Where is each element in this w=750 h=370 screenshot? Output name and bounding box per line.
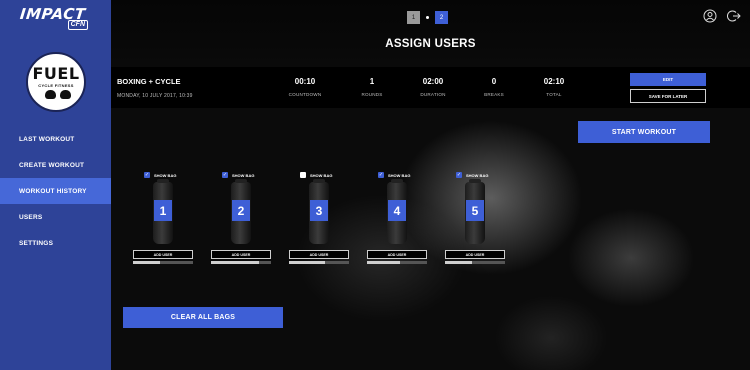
save-for-later-button[interactable]: SAVE FOR LATER <box>630 89 706 103</box>
club-logo-sub: CYCLE FITNESS <box>38 83 74 88</box>
bag-level-bar <box>133 261 193 264</box>
step-indicator: 1 2 <box>407 11 448 24</box>
boxing-gloves-icon <box>45 90 71 100</box>
punching-bag-icon: 2 <box>231 179 251 244</box>
bag-number: 5 <box>466 200 484 221</box>
stat-value: 1 <box>369 77 375 86</box>
stat-duration: 02:00 DURATION <box>408 77 458 97</box>
show-bag-label: SHOW BAG <box>466 172 489 178</box>
add-user-button[interactable]: ADD USER <box>445 250 505 259</box>
bag-slot: SHOW BAG 3 ADD USER <box>289 172 349 268</box>
sidebar-nav: LAST WORKOUT CREATE WORKOUT WORKOUT HIST… <box>0 126 111 256</box>
sidebar-item-create-workout[interactable]: CREATE WORKOUT <box>0 152 111 178</box>
bag-level-fill <box>289 261 325 264</box>
clear-all-bags-button[interactable]: CLEAR ALL BAGS <box>123 307 283 328</box>
workout-date: MONDAY, 10 JULY 2017, 10:39 <box>117 93 193 99</box>
sidebar: IMPACT CFN FUEL CYCLE FITNESS LAST WORKO… <box>0 0 111 370</box>
page-title: ASSIGN USERS <box>385 38 476 50</box>
stat-value: 00:10 <box>294 77 316 86</box>
add-user-button[interactable]: ADD USER <box>289 250 349 259</box>
bag-number: 4 <box>388 200 406 221</box>
punching-bag-icon: 5 <box>465 179 485 244</box>
step-2: 2 <box>435 11 448 24</box>
bag-level-fill <box>367 261 400 264</box>
stat-label: ROUNDS <box>361 92 383 97</box>
bag-number: 3 <box>310 200 328 221</box>
bag-level-fill <box>133 261 160 264</box>
club-logo-name: FUEL <box>32 64 80 83</box>
main-panel: 1 2 ASSIGN USERS BOXING + CYCLE MONDAY, … <box>111 0 750 370</box>
stat-value: 02:10 <box>543 77 565 86</box>
stat-breaks: 0 BREAKS <box>469 77 519 97</box>
show-bag-label: SHOW BAG <box>310 172 333 178</box>
background-photo <box>111 108 750 370</box>
stat-value: 0 <box>491 77 497 86</box>
bag-level-bar <box>289 261 349 264</box>
stat-total: 02:10 TOTAL <box>529 77 579 97</box>
logout-icon[interactable] <box>727 9 741 23</box>
bag-level-fill <box>445 261 472 264</box>
bag-number: 2 <box>232 200 250 221</box>
sidebar-item-workout-history[interactable]: WORKOUT HISTORY <box>0 178 111 204</box>
stat-label: BREAKS <box>484 92 504 97</box>
show-bag-toggle[interactable]: ✓ SHOW BAG <box>144 172 176 178</box>
bag-number: 1 <box>154 200 172 221</box>
add-user-button[interactable]: ADD USER <box>133 250 193 259</box>
workout-name: BOXING + CYCLE <box>117 77 181 86</box>
show-bag-toggle[interactable]: ✓ SHOW BAG <box>456 172 488 178</box>
bag-level-bar <box>445 261 505 264</box>
header-icons <box>703 9 741 23</box>
bag-slot: ✓ SHOW BAG 1 ADD USER <box>133 172 193 268</box>
club-logo: FUEL CYCLE FITNESS <box>26 52 86 112</box>
checkbox-checked[interactable]: ✓ <box>378 172 384 178</box>
checkbox-checked[interactable]: ✓ <box>456 172 462 178</box>
step-1[interactable]: 1 <box>407 11 420 24</box>
checkbox-unchecked[interactable] <box>300 172 306 178</box>
account-icon[interactable] <box>703 9 717 23</box>
sidebar-item-users[interactable]: USERS <box>0 204 111 230</box>
show-bag-toggle[interactable]: ✓ SHOW BAG <box>378 172 410 178</box>
punching-bag-icon: 3 <box>309 179 329 244</box>
checkbox-checked[interactable]: ✓ <box>144 172 150 178</box>
show-bag-label: SHOW BAG <box>232 172 255 178</box>
stat-label: COUNTDOWN <box>288 92 322 97</box>
stat-rounds: 1 ROUNDS <box>347 77 397 97</box>
sidebar-item-last-workout[interactable]: LAST WORKOUT <box>0 126 111 152</box>
show-bag-label: SHOW BAG <box>388 172 411 178</box>
show-bag-toggle[interactable]: SHOW BAG <box>300 172 332 178</box>
stat-label: TOTAL <box>546 92 562 97</box>
bag-slot: ✓ SHOW BAG 4 ADD USER <box>367 172 427 268</box>
add-user-button[interactable]: ADD USER <box>211 250 271 259</box>
stat-value: 02:00 <box>422 77 444 86</box>
start-workout-button[interactable]: START WORKOUT <box>578 121 710 143</box>
bag-level-fill <box>211 261 259 264</box>
stat-countdown: 00:10 COUNTDOWN <box>280 77 330 97</box>
sidebar-item-settings[interactable]: SETTINGS <box>0 230 111 256</box>
checkbox-checked[interactable]: ✓ <box>222 172 228 178</box>
punching-bag-icon: 4 <box>387 179 407 244</box>
show-bag-label: SHOW BAG <box>154 172 177 178</box>
brand-sub: CFN <box>67 20 88 30</box>
bag-level-bar <box>211 261 271 264</box>
show-bag-toggle[interactable]: ✓ SHOW BAG <box>222 172 254 178</box>
stat-label: DURATION <box>420 92 446 97</box>
add-user-button[interactable]: ADD USER <box>367 250 427 259</box>
step-separator <box>426 16 429 19</box>
impact-logo: IMPACT CFN <box>19 5 90 31</box>
edit-button[interactable]: EDIT <box>630 73 706 86</box>
punching-bag-icon: 1 <box>153 179 173 244</box>
bag-slot: ✓ SHOW BAG 2 ADD USER <box>211 172 271 268</box>
bag-level-bar <box>367 261 427 264</box>
bag-slot: ✓ SHOW BAG 5 ADD USER <box>445 172 505 268</box>
